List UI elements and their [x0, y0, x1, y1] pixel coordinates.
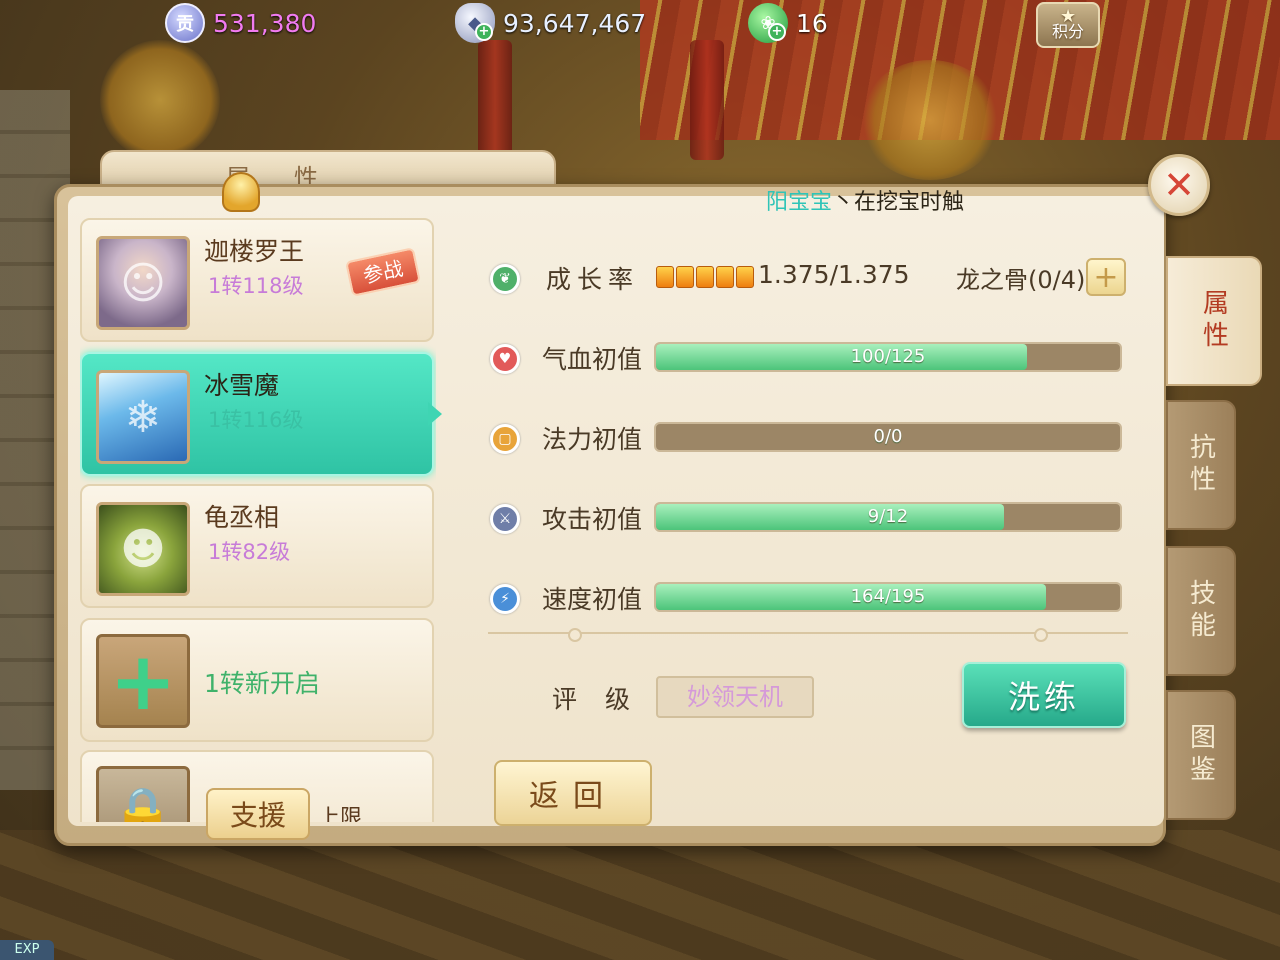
- broadcast-marquee: 阳宝宝丶在挖宝时触: [766, 184, 1066, 214]
- attribute-row-mana: ▢ 法力初值 0/0: [480, 418, 1140, 466]
- attribute-row-speed: ⚡ 速度初值 164/195: [480, 578, 1140, 626]
- growth-row: ❦ 成长率 1.375/1.375 龙之骨(0/4) +: [480, 258, 1140, 306]
- currency-bar: 贡 531,380 ◆ + 93,647,467 ❀ + 16 ★ 积分: [0, 0, 1280, 48]
- pet-level: 1转116级: [208, 408, 304, 432]
- bell-icon: [222, 172, 260, 212]
- growth-pip: [676, 266, 694, 288]
- exp-label: EXP: [0, 940, 54, 960]
- attribute-bar-value: 0/0: [873, 426, 903, 447]
- pet-card-turtle-minister[interactable]: ☻ 龟丞相 1转82级: [80, 484, 434, 608]
- broadcast-player-name: 阳宝宝: [766, 190, 833, 214]
- add-dragon-bone-button[interactable]: +: [1086, 258, 1126, 296]
- jade-icon: ❀ +: [748, 3, 788, 43]
- close-button[interactable]: ✕: [1148, 154, 1210, 216]
- pet-name: 迦楼罗王: [204, 237, 305, 266]
- tab-handbook[interactable]: 图鉴: [1166, 690, 1236, 820]
- lightning-icon: ⚡: [490, 584, 520, 614]
- close-icon: ✕: [1163, 163, 1195, 207]
- background-dragon-statue: [100, 40, 220, 160]
- pet-name: 龟丞相: [204, 503, 280, 532]
- sprout-icon: ❦: [490, 264, 520, 294]
- portrait-figure-icon: ☻: [120, 523, 166, 575]
- support-button[interactable]: 支援: [206, 788, 310, 840]
- attribute-label: 法力初值: [542, 425, 643, 454]
- pet-card-ice-demon[interactable]: ❄ 冰雪魔 1转116级: [80, 352, 434, 476]
- portrait-figure-icon: ❄: [124, 391, 162, 443]
- growth-pips: [656, 266, 754, 288]
- attribute-bar: 9/12: [654, 502, 1122, 532]
- attribute-bar: 0/0: [654, 422, 1122, 452]
- growth-value: 1.375/1.375: [758, 260, 910, 289]
- heart-icon: ♥: [490, 344, 520, 374]
- growth-pip: [656, 266, 674, 288]
- slot-limit-label: 上限: [318, 806, 363, 822]
- add-jade-icon[interactable]: +: [768, 23, 786, 41]
- contribution-coin-icon: 贡: [165, 3, 205, 43]
- attribute-row-hp: ♥ 气血初值 100/125: [480, 338, 1140, 386]
- portrait-figure-icon: ☺: [120, 257, 166, 309]
- in-battle-badge: 参战: [345, 247, 421, 297]
- dragon-bone-label: 龙之骨(0/4): [956, 266, 1086, 294]
- plus-icon: +: [96, 634, 190, 728]
- pet-level: 1转118级: [208, 274, 304, 298]
- broadcast-text: 丶在挖宝时触: [832, 190, 965, 214]
- tab-resistance[interactable]: 抗性: [1166, 400, 1236, 530]
- selected-arrow-icon: [428, 402, 442, 426]
- background-floor: [0, 830, 1280, 960]
- garuda-portrait: ☺: [96, 236, 190, 330]
- turtle-minister-portrait: ☻: [96, 502, 190, 596]
- growth-pip: [696, 266, 714, 288]
- background-pillar: [478, 40, 512, 160]
- mana-icon: ▢: [490, 424, 520, 454]
- section-divider: [488, 628, 1128, 642]
- lock-icon: 🔒: [96, 766, 190, 822]
- jade-currency[interactable]: ❀ + 16: [748, 3, 828, 43]
- silver-ingot-icon: ◆ +: [455, 3, 495, 43]
- sword-icon: ⚔: [490, 504, 520, 534]
- contribution-value: 531,380: [213, 8, 317, 38]
- attribute-bar: 100/125: [654, 342, 1122, 372]
- pet-level: 1转82级: [208, 540, 291, 564]
- pet-card-garuda[interactable]: ☺ 迦楼罗王 1转118级 参战: [80, 218, 434, 342]
- attribute-bar: 164/195: [654, 582, 1122, 612]
- growth-pip: [736, 266, 754, 288]
- attribute-label: 气血初值: [542, 345, 643, 374]
- silver-value: 93,647,467: [503, 8, 647, 38]
- score-button[interactable]: ★ 积分: [1036, 2, 1100, 48]
- pet-list[interactable]: ☺ 迦楼罗王 1转118级 参战 ❄ 冰雪魔 1转116级 ☻ 龟丞相 1转82…: [80, 216, 436, 822]
- score-star-icon: ★: [1060, 6, 1077, 27]
- tab-skills[interactable]: 技能: [1166, 546, 1236, 676]
- tab-attributes[interactable]: 属性: [1166, 256, 1262, 386]
- growth-label: 成长率: [546, 265, 640, 294]
- pet-name: 冰雪魔: [204, 371, 280, 400]
- attribute-label: 速度初值: [542, 585, 643, 614]
- rating-value: 妙领天机: [656, 676, 814, 718]
- ice-demon-portrait: ❄: [96, 370, 190, 464]
- attribute-label: 攻击初值: [542, 505, 643, 534]
- attribute-row-attack: ⚔ 攻击初值 9/12: [480, 498, 1140, 546]
- rating-label: 评级: [552, 685, 659, 714]
- background-pillar: [690, 40, 724, 160]
- growth-pip: [716, 266, 734, 288]
- new-slot-label: 1转新开启: [204, 669, 320, 698]
- contribution-currency: 贡 531,380: [165, 3, 317, 43]
- attribute-bar-value: 164/195: [850, 586, 926, 607]
- attribute-panel: ❦ 成长率 1.375/1.375 龙之骨(0/4) + ♥ 气血初值 100/…: [480, 240, 1140, 660]
- silver-currency[interactable]: ◆ + 93,647,467: [455, 3, 647, 43]
- back-button[interactable]: 返回: [494, 760, 652, 826]
- attribute-bar-value: 9/12: [867, 506, 909, 527]
- add-silver-icon[interactable]: +: [475, 23, 493, 41]
- pet-card-add-slot[interactable]: + 1转新开启: [80, 618, 434, 742]
- attribute-bar-value: 100/125: [850, 346, 926, 367]
- background-dragon-statue: [860, 60, 1000, 180]
- refine-button[interactable]: 洗练: [962, 662, 1126, 728]
- jade-value: 16: [796, 8, 828, 38]
